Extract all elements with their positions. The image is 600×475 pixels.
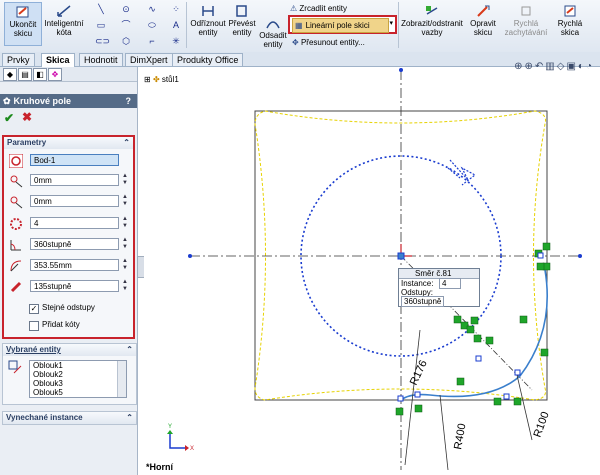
view-orientation-label: *Horní <box>146 462 173 472</box>
pattern-tooltip: Směr č.81 Instance: 4 Odstupy:360stupně <box>398 268 480 307</box>
centerline-end-point <box>578 254 582 258</box>
dim-r400[interactable]: R400 <box>452 423 468 451</box>
sketch-drawing: R176 R400 R100 X Y <box>167 68 582 471</box>
dim-r100[interactable]: R100 <box>532 410 552 439</box>
svg-text:X: X <box>190 446 194 452</box>
center-point-marker <box>397 252 405 260</box>
view-triad-icon <box>169 434 185 449</box>
svg-text:Y: Y <box>168 424 172 430</box>
tooltip-instance-row: Instance: 4 <box>399 278 479 289</box>
dimension-leader <box>439 394 449 471</box>
tooltip-spacing-value[interactable]: 360stupně <box>401 296 445 307</box>
centerline-end-point <box>399 68 403 72</box>
centerline-end-point <box>188 254 192 258</box>
tooltip-instance-value[interactable]: 4 <box>439 278 462 289</box>
tooltip-spacing-row: Odstupy:360stupně <box>399 288 479 307</box>
